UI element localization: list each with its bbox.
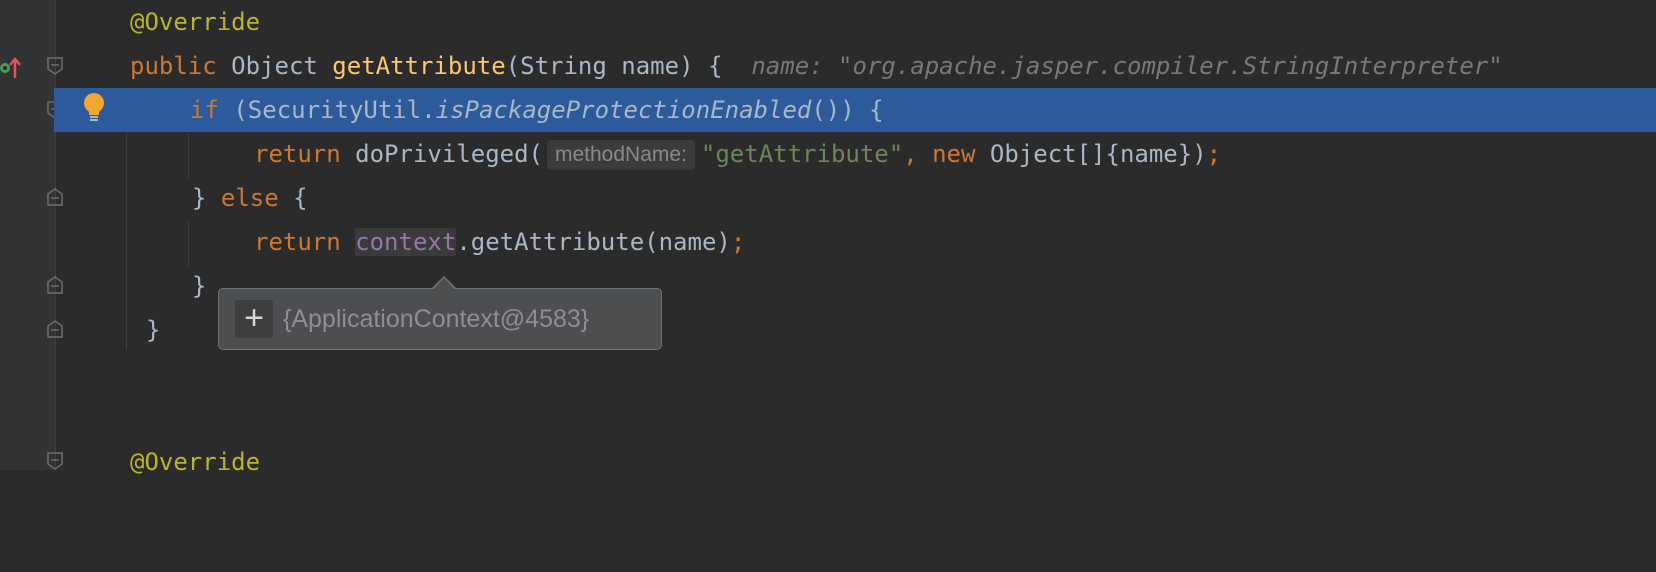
debug-value-tooltip[interactable]: + {ApplicationContext@4583} bbox=[218, 276, 662, 350]
code-text: (SecurityUtil. bbox=[218, 96, 436, 124]
brace: { bbox=[278, 184, 308, 212]
parameter-hint: methodName: bbox=[547, 140, 695, 170]
inline-debug-value: name: "org.apache.jasper.compiler.String… bbox=[751, 52, 1503, 80]
keyword: new bbox=[917, 140, 976, 168]
code-line-1[interactable]: @Override bbox=[56, 0, 1656, 44]
annotation: @Override bbox=[130, 8, 261, 36]
code-text: Object[]{name}) bbox=[975, 140, 1207, 168]
brace: } bbox=[192, 184, 221, 212]
semicolon: ; bbox=[1206, 140, 1222, 168]
lightbulb-icon[interactable] bbox=[82, 92, 106, 128]
override-method-icon[interactable] bbox=[0, 54, 24, 86]
comma: , bbox=[903, 140, 918, 168]
field-context[interactable]: context bbox=[355, 228, 457, 256]
code-text: ()) { bbox=[811, 96, 884, 124]
annotation: @Override bbox=[130, 448, 261, 476]
method-call: isPackageProtectionEnabled bbox=[435, 96, 812, 124]
code-text: .getAttribute(name) bbox=[456, 228, 731, 256]
semicolon: ; bbox=[730, 228, 746, 256]
keyword: else bbox=[220, 184, 279, 212]
code-line-6[interactable]: return context.getAttribute(name); bbox=[56, 220, 1656, 264]
code-editor[interactable]: @Override public Object getAttribute(Str… bbox=[54, 0, 1656, 476]
keyword: public bbox=[130, 52, 217, 80]
code-line-3-current[interactable]: if (SecurityUtil.isPackageProtectionEnab… bbox=[54, 88, 1656, 132]
code-line-11[interactable]: @Override bbox=[56, 440, 1656, 484]
code-line-2[interactable]: public Object getAttribute(String name) … bbox=[56, 44, 1656, 88]
string-literal: "getAttribute" bbox=[700, 140, 904, 168]
type-name: Object bbox=[216, 52, 333, 80]
expand-plus-icon[interactable]: + bbox=[235, 300, 273, 338]
code-line-5[interactable]: } else { bbox=[56, 176, 1656, 220]
code-text: doPrivileged( bbox=[340, 140, 543, 168]
method-name: getAttribute bbox=[332, 52, 506, 80]
brace: } bbox=[192, 272, 207, 300]
parameters: (String name) { bbox=[505, 52, 723, 80]
keyword: return bbox=[254, 140, 341, 168]
keyword: if bbox=[190, 96, 219, 124]
brace: } bbox=[146, 316, 161, 344]
keyword: return bbox=[254, 228, 341, 256]
code-line-4[interactable]: return doPrivileged(methodName: "getAttri… bbox=[56, 132, 1656, 176]
debug-value-text: {ApplicationContext@4583} bbox=[283, 305, 590, 333]
